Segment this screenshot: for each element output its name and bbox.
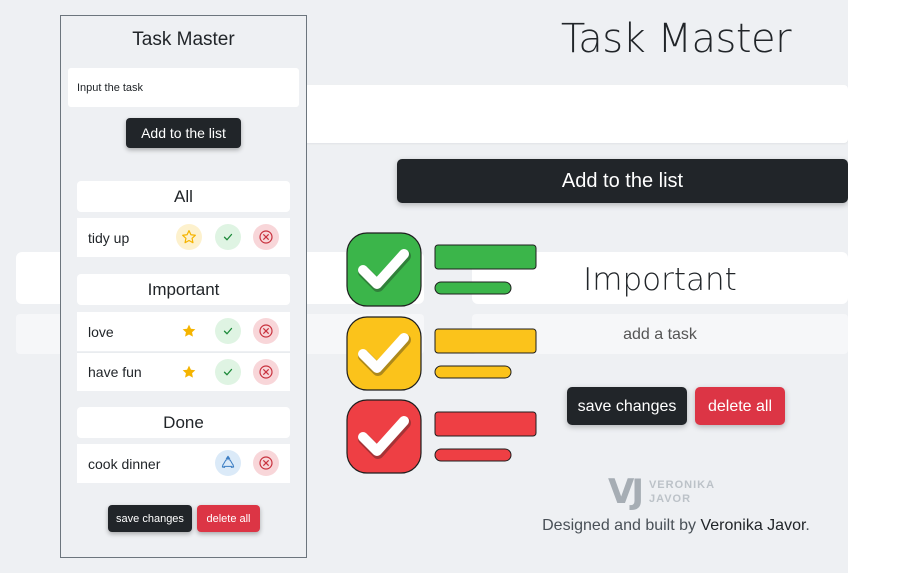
task-item: have fun xyxy=(77,352,290,391)
remove-icon[interactable] xyxy=(253,359,279,385)
author-logo[interactable]: VJ VERONIKA JAVOR xyxy=(608,472,729,512)
mobile-delete-all-button[interactable]: delete all xyxy=(197,505,260,532)
star-outline-icon[interactable] xyxy=(176,224,202,250)
footer-credit: Designed and built by Veronika Javor. xyxy=(500,517,848,535)
save-changes-button[interactable]: save changes xyxy=(567,387,687,425)
page-title: Task Master xyxy=(560,16,792,62)
task-input[interactable] xyxy=(300,85,848,143)
credit-prefix: Designed and built by xyxy=(542,517,701,534)
checklist-row-green xyxy=(346,232,537,307)
task-item: love xyxy=(77,312,290,351)
task-label: have fun xyxy=(88,364,142,380)
delete-all-button[interactable]: delete all xyxy=(695,387,785,425)
remove-icon[interactable] xyxy=(253,450,279,476)
credit-suffix: . xyxy=(805,517,810,534)
task-label: love xyxy=(88,323,114,340)
star-filled-icon[interactable] xyxy=(176,318,202,344)
section-heading-done: Done xyxy=(77,407,290,438)
add-to-list-button[interactable]: Add to the list xyxy=(397,159,848,203)
credit-author-link[interactable]: Veronika Javor xyxy=(700,517,805,534)
logo-mark: VJ xyxy=(608,472,644,512)
star-filled-icon[interactable] xyxy=(176,359,202,385)
task-label: cook dinner xyxy=(88,455,161,472)
logo-name: VERONIKA JAVOR xyxy=(648,479,715,505)
section-heading-important: Important xyxy=(77,274,290,305)
checklist-illustration xyxy=(346,232,537,474)
remove-icon[interactable] xyxy=(253,224,279,250)
mobile-save-changes-button[interactable]: save changes xyxy=(108,505,192,532)
check-icon[interactable] xyxy=(215,359,241,385)
task-item: tidy up xyxy=(77,218,290,257)
mobile-view: Task Master Add to the list All tidy up … xyxy=(60,15,307,558)
check-icon[interactable] xyxy=(215,224,241,250)
mobile-page-title: Task Master xyxy=(132,29,235,50)
checklist-row-yellow xyxy=(346,316,537,391)
checklist-row-red xyxy=(346,399,537,474)
task-label: tidy up xyxy=(88,229,130,246)
task-item: cook dinner xyxy=(77,444,290,483)
check-icon[interactable] xyxy=(215,318,241,344)
section-heading-all: All xyxy=(77,181,290,212)
mobile-add-to-list-button[interactable]: Add to the list xyxy=(126,118,241,148)
mobile-task-input[interactable] xyxy=(68,68,299,107)
recycle-icon[interactable] xyxy=(215,450,241,476)
remove-icon[interactable] xyxy=(253,318,279,344)
